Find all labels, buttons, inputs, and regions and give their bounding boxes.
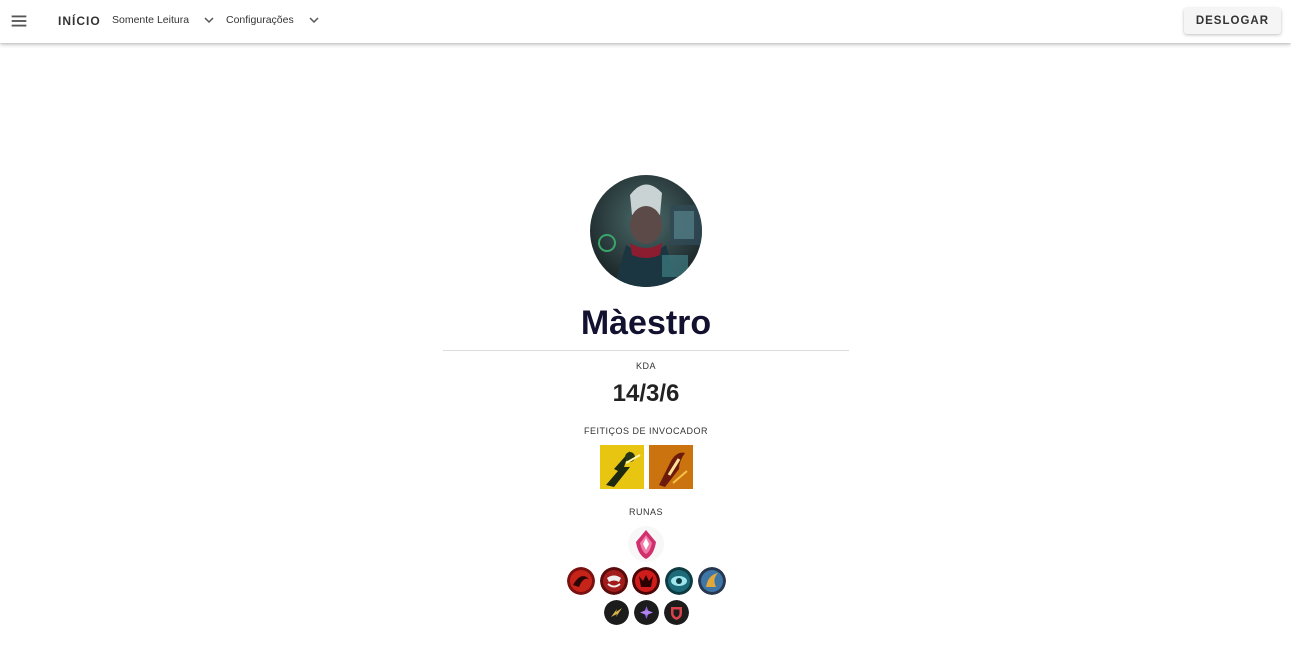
readonly-dropdown-label: Somente Leitura <box>112 14 190 26</box>
adaptive-force-shard-icon[interactable] <box>634 600 659 625</box>
readonly-dropdown[interactable]: Somente Leitura <box>112 14 215 26</box>
chevron-down-icon <box>309 17 319 24</box>
kda-value: 14/3/6 <box>612 380 680 407</box>
menu-icon[interactable] <box>8 10 30 32</box>
settings-dropdown-label: Configurações <box>226 14 294 26</box>
settings-dropdown[interactable]: Configurações <box>226 14 320 26</box>
ultimate-hunter-rune-icon[interactable] <box>698 567 726 595</box>
taste-of-blood-rune-icon[interactable] <box>600 567 628 595</box>
summoner-spells-label: FEITIÇOS DE INVOCADOR <box>583 426 708 436</box>
logout-button[interactable]: DESLOGAR <box>1183 8 1281 34</box>
divider <box>443 350 849 351</box>
electrocute-rune-icon[interactable] <box>627 525 665 563</box>
zombie-ward-rune-icon[interactable] <box>665 567 693 595</box>
kda-label: KDA <box>635 361 656 371</box>
chevron-down-icon <box>204 17 214 24</box>
sudden-impact-rune-icon[interactable] <box>632 567 660 595</box>
ignite-spell-icon[interactable] <box>649 445 693 489</box>
flash-spell-icon[interactable] <box>600 445 644 489</box>
top-navigation-bar: INÍCIO Somente Leitura Configurações DES… <box>0 0 1291 43</box>
runes-label: RUNAS <box>628 507 663 517</box>
adaptive-shard-icon[interactable] <box>604 600 629 625</box>
player-name: Màestro <box>580 304 712 342</box>
champion-avatar <box>590 175 702 287</box>
nav-home-link[interactable]: INÍCIO <box>58 14 101 28</box>
cheap-shot-rune-icon[interactable] <box>567 567 595 595</box>
armor-shard-icon[interactable] <box>664 600 689 625</box>
